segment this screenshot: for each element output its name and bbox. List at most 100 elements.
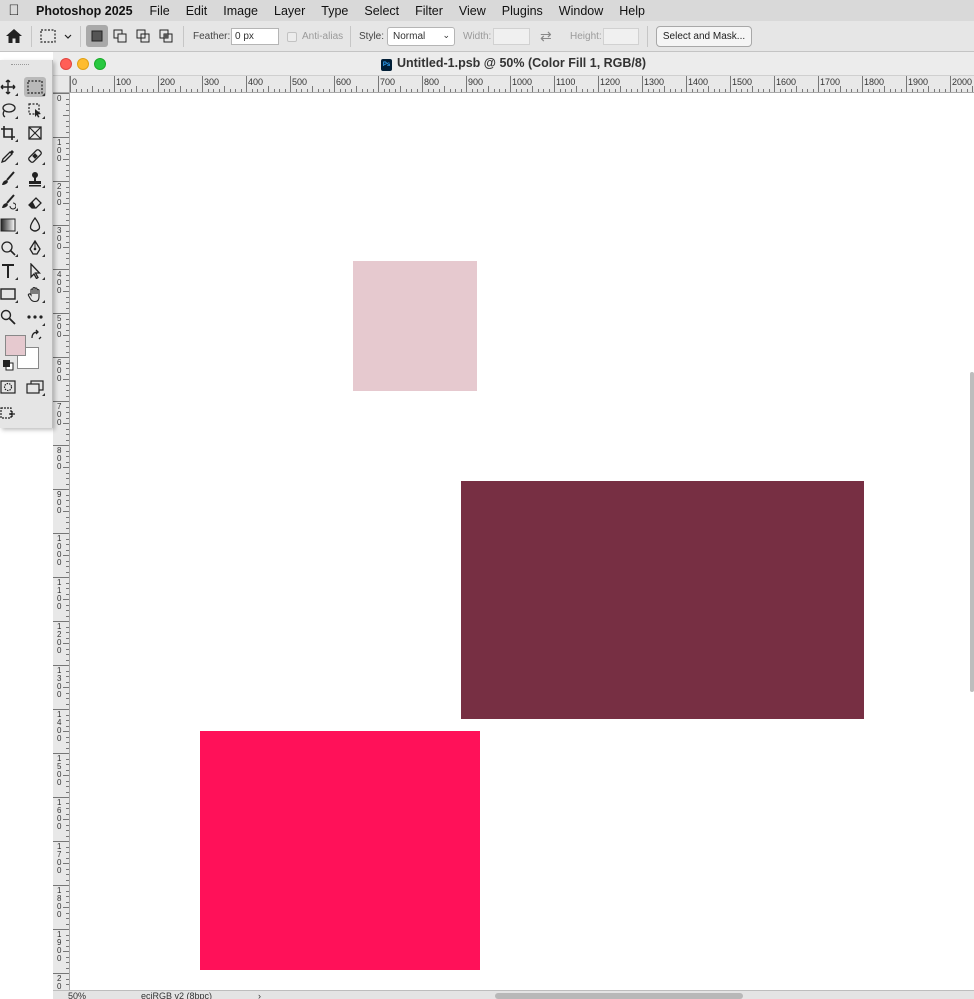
edit-toolbar-icon[interactable] — [0, 403, 19, 423]
ruler-major-tick — [53, 313, 69, 314]
horizontal-ruler[interactable]: 0 100 200 300 400 500 600 700 800 900 1000 1100 1200… — [70, 76, 974, 93]
rectangular-marquee-tool-icon[interactable] — [24, 77, 46, 97]
burgundy-rectangle[interactable] — [461, 481, 864, 719]
ruler-minor-tick — [66, 967, 69, 969]
new-selection-icon[interactable] — [86, 25, 108, 47]
swap-colors-icon[interactable] — [29, 328, 43, 342]
ruler-minor-tick — [66, 384, 69, 386]
ruler-minor-tick — [66, 918, 69, 919]
subtract-from-selection-icon[interactable] — [132, 25, 154, 47]
tool-preset-picker[interactable] — [38, 28, 74, 45]
menu-window[interactable]: Window — [559, 4, 603, 18]
ruler-minor-tick — [66, 692, 69, 694]
ruler-minor-tick — [66, 681, 69, 683]
menu-file[interactable]: File — [150, 4, 170, 18]
ruler-minor-tick — [66, 901, 69, 903]
ruler-minor-tick — [66, 500, 69, 501]
vertical-ruler[interactable]: 0 1 0 0 2 0 0 3 0 0 4 0 0 5 0 0 6 0 0 7 0 0 8 0 … — [53, 93, 70, 990]
ruler-major-tick — [422, 76, 423, 92]
light-pink-square[interactable] — [353, 261, 477, 391]
path-selection-tool-icon[interactable] — [24, 261, 46, 281]
ruler-v-label: 6 0 0 — [57, 358, 62, 383]
foreground-color-swatch[interactable] — [5, 335, 26, 356]
pen-tool-icon[interactable] — [24, 238, 46, 258]
ruler-minor-tick — [66, 544, 69, 545]
ruler-minor-tick — [185, 89, 187, 92]
intersect-selection-icon[interactable] — [155, 25, 177, 47]
app-menu[interactable]: Photoshop 2025 — [36, 4, 133, 18]
eyedropper-tool-icon[interactable] — [0, 146, 19, 166]
ruler-major-tick — [53, 357, 69, 358]
quick-mask-icon[interactable] — [0, 377, 19, 397]
frame-tool-icon[interactable] — [24, 123, 46, 143]
ruler-minor-tick — [66, 120, 69, 122]
horizontal-scrollbar[interactable] — [495, 993, 743, 999]
default-colors-icon[interactable] — [1, 358, 15, 372]
crop-tool-icon[interactable] — [0, 123, 19, 143]
menu-image[interactable]: Image — [223, 4, 258, 18]
ruler-minor-tick — [66, 593, 69, 595]
history-brush-tool-icon[interactable] — [0, 192, 19, 212]
width-input[interactable] — [493, 28, 530, 45]
canvas[interactable] — [70, 93, 974, 990]
ruler-major-tick — [53, 841, 69, 842]
more-tools-icon[interactable] — [24, 307, 46, 327]
ruler-minor-tick — [66, 236, 69, 237]
clone-stamp-tool-icon[interactable] — [24, 169, 46, 189]
eraser-tool-icon[interactable] — [24, 192, 46, 212]
brush-tool-icon[interactable] — [0, 169, 19, 189]
select-and-mask-button[interactable]: Select and Mask... — [656, 26, 752, 47]
ruler-minor-tick — [66, 670, 69, 672]
dodge-tool-icon[interactable] — [0, 238, 19, 258]
rectangle-tool-icon[interactable] — [0, 284, 19, 304]
antialias-checkbox[interactable] — [287, 32, 297, 42]
ruler-minor-tick — [66, 698, 69, 699]
lasso-tool-icon[interactable] — [0, 100, 19, 120]
object-selection-tool-icon[interactable] — [24, 100, 46, 120]
add-to-selection-icon[interactable] — [109, 25, 131, 47]
swap-icon[interactable]: ⇄ — [540, 28, 552, 45]
ruler-minor-tick — [66, 764, 69, 765]
type-tool-icon[interactable] — [0, 261, 19, 281]
gradient-tool-icon[interactable] — [0, 215, 19, 235]
blur-tool-icon[interactable] — [24, 215, 46, 235]
menu-help[interactable]: Help — [619, 4, 645, 18]
chevron-right-icon[interactable]: › — [258, 991, 261, 999]
home-icon[interactable] — [5, 28, 23, 44]
panel-grip[interactable] — [11, 64, 29, 67]
menu-edit[interactable]: Edit — [186, 4, 208, 18]
ruler-minor-tick — [63, 379, 69, 380]
zoom-level[interactable]: 50% — [68, 991, 86, 999]
magenta-rectangle[interactable] — [200, 731, 480, 970]
ruler-h-label: 500 — [292, 77, 308, 87]
menu-layer[interactable]: Layer — [274, 4, 305, 18]
ruler-minor-tick — [66, 219, 69, 221]
feather-input[interactable]: 0 px — [231, 28, 279, 45]
style-select[interactable]: Normal ⌄ — [387, 27, 455, 46]
apple-icon[interactable]:  — [0, 2, 28, 19]
divider — [31, 26, 32, 47]
ruler-minor-tick — [295, 89, 297, 92]
menu-type[interactable]: Type — [321, 4, 348, 18]
ruler-minor-tick — [955, 89, 957, 92]
hand-tool-icon[interactable] — [24, 284, 46, 304]
menu-view[interactable]: View — [459, 4, 486, 18]
menu-filter[interactable]: Filter — [415, 4, 443, 18]
vertical-scrollbar[interactable] — [970, 372, 974, 692]
ruler-minor-tick — [66, 835, 69, 837]
ruler-minor-tick — [66, 736, 69, 738]
ruler-minor-tick — [66, 461, 69, 463]
move-tool-icon[interactable] — [0, 77, 19, 97]
height-input[interactable] — [603, 28, 639, 45]
ruler-minor-tick — [196, 89, 198, 92]
screen-mode-icon[interactable] — [24, 377, 46, 397]
ruler-minor-tick — [273, 89, 275, 92]
width-label: Width: — [463, 31, 492, 42]
menu-select[interactable]: Select — [364, 4, 399, 18]
zoom-tool-icon[interactable] — [0, 307, 19, 327]
ruler-minor-tick — [576, 86, 577, 92]
ruler-major-tick — [53, 665, 69, 666]
ruler-origin[interactable] — [53, 76, 70, 93]
healing-brush-tool-icon[interactable] — [24, 146, 46, 166]
menu-plugins[interactable]: Plugins — [502, 4, 543, 18]
